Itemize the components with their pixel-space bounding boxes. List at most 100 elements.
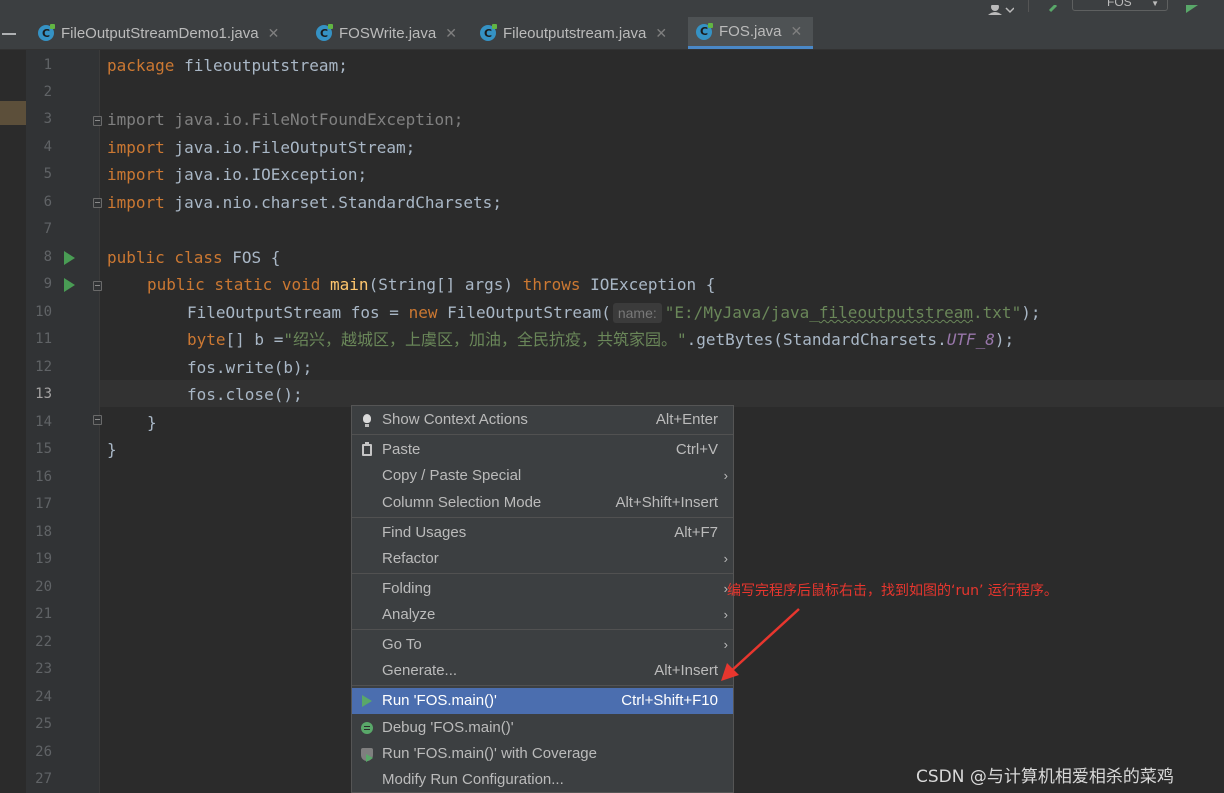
- line-number: 26: [35, 744, 52, 760]
- line-number: 11: [35, 331, 52, 347]
- line-number: 23: [35, 661, 52, 677]
- run-icon: [359, 688, 375, 714]
- chevron-right-icon: ›: [723, 551, 728, 566]
- annotation-arrow-icon: [721, 608, 800, 681]
- code-line: }: [147, 413, 157, 432]
- line-number: 9: [43, 276, 52, 292]
- line-number: 7: [43, 221, 52, 237]
- menu-separator: [352, 685, 733, 686]
- line-number: 22: [35, 634, 52, 650]
- menu-item-show-context-actions[interactable]: Show Context Actions Alt+Enter: [352, 407, 733, 433]
- menu-item-run-main[interactable]: Run 'FOS.main()' Ctrl+Shift+F10: [352, 688, 733, 714]
- menu-separator: [352, 629, 733, 630]
- code-line: public class FOS {: [107, 248, 281, 267]
- editor-context-menu: Show Context Actions Alt+Enter Paste Ctr…: [351, 405, 734, 793]
- tab-fileoutputstream[interactable]: C Fileoutputstream.java ✕: [472, 17, 675, 49]
- line-number: 12: [35, 359, 52, 375]
- java-class-icon: C: [480, 24, 497, 41]
- line-number: 8: [43, 249, 52, 265]
- tab-label: FOSWrite.java: [339, 24, 437, 42]
- run-toolbar-icon[interactable]: [1186, 0, 1200, 13]
- line-number: 5: [43, 166, 52, 182]
- change-marker: [0, 101, 26, 125]
- code-line: import java.io.IOException;: [107, 165, 368, 184]
- toolbar-separator: [1028, 0, 1029, 12]
- menu-item-folding[interactable]: Folding ›: [352, 576, 733, 602]
- menu-item-analyze[interactable]: Analyze ›: [352, 602, 733, 628]
- java-class-icon: C: [696, 22, 713, 40]
- line-number: 14: [35, 414, 52, 430]
- watermark: CSDN @与计算机相爱相杀的菜鸡: [916, 767, 1174, 787]
- fold-icon[interactable]: [93, 116, 102, 126]
- code-line: fos.close();: [187, 385, 303, 404]
- line-number: 2: [43, 84, 52, 100]
- collapse-icon[interactable]: [2, 33, 16, 35]
- code-line: package fileoutputstream;: [107, 56, 348, 75]
- menu-item-run-with-coverage[interactable]: Run 'FOS.main()' with Coverage: [352, 741, 733, 767]
- line-number: 1: [43, 57, 52, 73]
- line-number: 15: [35, 441, 52, 457]
- code-line: public static void main(String[] args) t…: [147, 275, 716, 294]
- tab-label: FOS.java: [719, 23, 782, 40]
- fold-icon[interactable]: [93, 281, 102, 291]
- tab-label: Fileoutputstream.java: [503, 24, 647, 42]
- line-number: 13: [35, 386, 52, 402]
- menu-item-column-selection-mode[interactable]: Column Selection Mode Alt+Shift+Insert: [352, 490, 733, 516]
- java-class-icon: C: [38, 24, 55, 41]
- back-arrow-icon[interactable]: [1046, 0, 1058, 13]
- run-gutter-icon[interactable]: [64, 251, 75, 265]
- code-line: import java.io.FileOutputStream;: [107, 138, 416, 157]
- line-number: 4: [43, 139, 52, 155]
- menu-item-generate[interactable]: Generate... Alt+Insert: [352, 658, 733, 684]
- menu-separator: [352, 573, 733, 574]
- fold-icon[interactable]: [93, 415, 102, 425]
- user-icon[interactable]: [986, 0, 1015, 15]
- line-number: 21: [35, 606, 52, 622]
- main-toolbar: FOS ▼: [0, 0, 1224, 17]
- code-line: FileOutputStream fos = new FileOutputStr…: [187, 303, 1041, 323]
- run-gutter-icon[interactable]: [64, 278, 75, 292]
- menu-item-find-usages[interactable]: Find Usages Alt+F7: [352, 520, 733, 546]
- tab-label: FileOutputStreamDemo1.java: [61, 24, 259, 42]
- menu-item-debug-main[interactable]: Debug 'FOS.main()': [352, 715, 733, 741]
- line-number: 17: [35, 496, 52, 512]
- line-number: 10: [35, 304, 52, 320]
- line-number: 16: [35, 469, 52, 485]
- tab-foswrite[interactable]: C FOSWrite.java ✕: [308, 17, 465, 49]
- close-icon[interactable]: ✕: [655, 25, 667, 42]
- line-number: 25: [35, 716, 52, 732]
- menu-item-modify-run-configuration[interactable]: Modify Run Configuration...: [352, 767, 733, 793]
- chevron-right-icon: ›: [723, 468, 728, 483]
- coverage-icon: [359, 741, 375, 767]
- line-number: 24: [35, 689, 52, 705]
- line-number: 18: [35, 524, 52, 540]
- tab-fileoutputstreamdemo1[interactable]: C FileOutputStreamDemo1.java ✕: [30, 17, 287, 49]
- line-number: 19: [35, 551, 52, 567]
- menu-separator: [352, 517, 733, 518]
- run-config-label: FOS: [1107, 0, 1132, 9]
- menu-item-refactor[interactable]: Refactor ›: [352, 546, 733, 572]
- code-line: fos.write(b);: [187, 358, 313, 377]
- menu-item-paste[interactable]: Paste Ctrl+V: [352, 437, 733, 463]
- menu-item-go-to[interactable]: Go To ›: [352, 632, 733, 658]
- editor-gutter: 1 2 3 4 5 6 7 8 9 10 11 12 13 14 15 16 1…: [0, 50, 102, 793]
- line-number: 6: [43, 194, 52, 210]
- code-line: }: [107, 440, 117, 459]
- tab-fos[interactable]: C FOS.java ✕: [688, 17, 813, 49]
- editor-tab-bar: C FileOutputStreamDemo1.java ✕ C FOSWrit…: [0, 17, 1224, 50]
- menu-item-copy-paste-special[interactable]: Copy / Paste Special ›: [352, 463, 733, 489]
- close-icon[interactable]: ✕: [445, 25, 457, 42]
- line-number: 3: [43, 111, 52, 127]
- code-line: byte[] b ="绍兴，越城区，上虞区，加油，全民抗疫，共筑家园。".get…: [187, 330, 1015, 349]
- close-icon[interactable]: ✕: [268, 25, 280, 42]
- fold-icon[interactable]: [93, 198, 102, 208]
- chevron-down-icon: ▼: [1151, 0, 1159, 8]
- annotation-text: 编写完程序后鼠标右击，找到如图的‘run’ 运行程序。: [727, 583, 1058, 599]
- clipboard-icon: [359, 437, 375, 463]
- close-icon[interactable]: ✕: [791, 23, 803, 40]
- run-configuration-selector[interactable]: FOS ▼: [1072, 0, 1168, 11]
- line-number: 27: [35, 771, 52, 787]
- code-line: import java.nio.charset.StandardCharsets…: [107, 193, 502, 212]
- menu-separator: [352, 434, 733, 435]
- line-number: 20: [35, 579, 52, 595]
